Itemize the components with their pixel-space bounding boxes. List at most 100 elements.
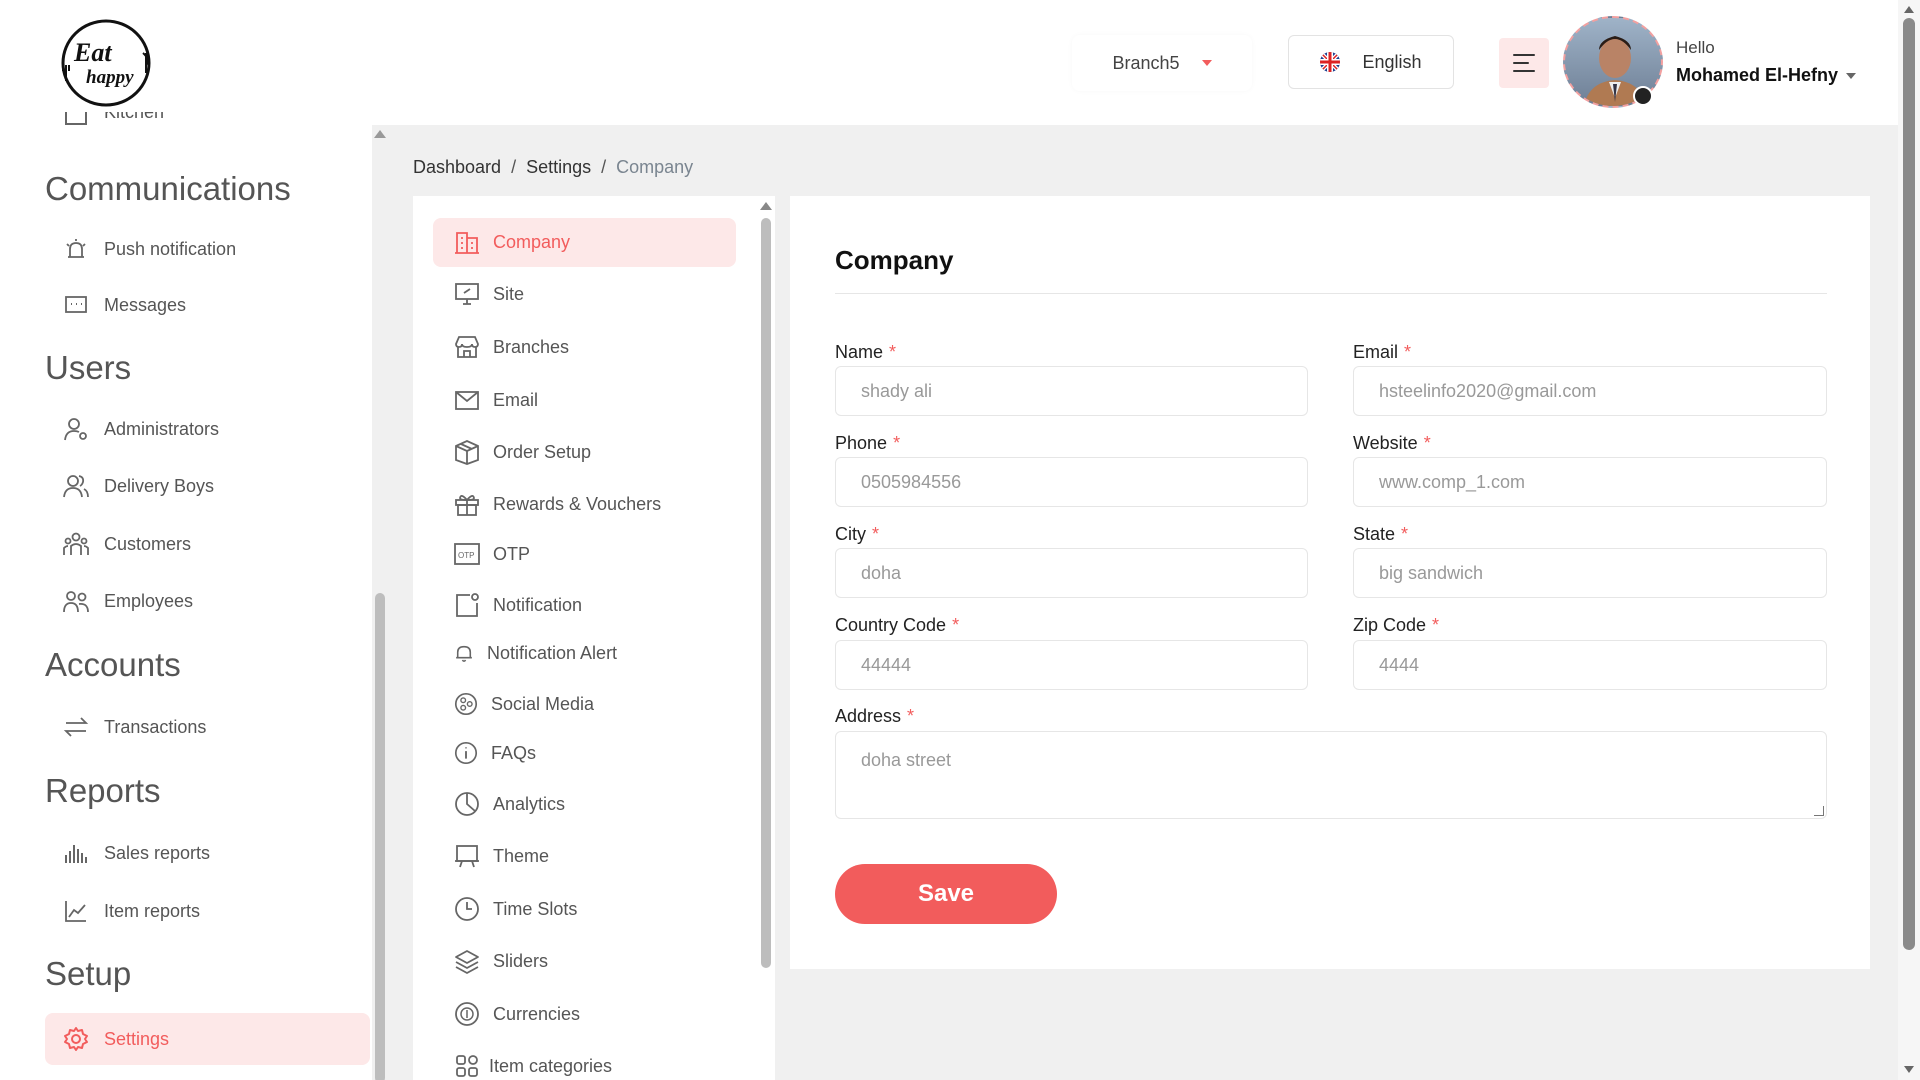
page-scroll-up-icon[interactable] (1904, 6, 1914, 13)
zip-code-field[interactable]: 4444 (1353, 640, 1827, 690)
easel-icon (455, 845, 479, 868)
settings-menu-scroll-up-icon[interactable] (760, 202, 772, 210)
bell-icon (456, 645, 472, 663)
state-field[interactable]: big sandwich (1353, 548, 1827, 598)
hamburger-menu-button[interactable] (1499, 38, 1549, 88)
resize-handle-icon[interactable] (1814, 806, 1824, 816)
sidebar-item-transactions[interactable]: Transactions (62, 712, 206, 742)
zip-code-label-text: Zip Code (1353, 615, 1427, 635)
email-label: Email * (1353, 342, 1411, 363)
settings-menu-item-time-slots[interactable]: Time Slots (453, 895, 577, 923)
sidebar-item-label: Customers (104, 533, 192, 554)
line-chart-icon (65, 901, 86, 922)
language-button[interactable]: English (1288, 35, 1454, 89)
zip-code-label: Zip Code * (1353, 615, 1439, 636)
breadcrumb-dashboard[interactable]: Dashboard (413, 157, 501, 178)
sidebar-item-label: Item reports (104, 900, 201, 921)
city-field[interactable]: doha (835, 548, 1308, 598)
settings-menu-item-notification-alert[interactable]: Notification Alert (453, 642, 617, 664)
sidebar-item-settings[interactable]: Settings (62, 1024, 169, 1054)
branch-select[interactable]: Branch5 (1072, 35, 1252, 91)
sidebar-item-kitchen[interactable]: Kitchen (62, 112, 164, 136)
save-button[interactable]: Save (835, 864, 1057, 924)
settings-menu-item-notification[interactable]: Notification (453, 591, 582, 619)
message-icon (65, 296, 87, 313)
sidebar-item-push-notification[interactable]: Push notification (62, 234, 236, 264)
settings-menu-item-otp[interactable]: OTP OTP (453, 540, 530, 568)
required-mark: * (907, 706, 915, 726)
settings-menu-label: Time Slots (493, 898, 578, 919)
state-label-text: State (1353, 524, 1396, 544)
sidebar-scrollbar[interactable] (375, 593, 385, 1080)
mail-icon (455, 391, 479, 410)
bar-chart-icon (65, 845, 87, 863)
form-title: Company (835, 245, 954, 275)
settings-menu-item-rewards-vouchers[interactable]: Rewards & Vouchers (453, 490, 661, 518)
settings-menu-label: OTP (493, 543, 531, 564)
svg-text:Eat: Eat (73, 38, 112, 67)
sidebar-item-label: Administrators (104, 418, 220, 439)
section-setup: Setup (45, 955, 132, 992)
settings-menu-item-company[interactable]: Company (453, 228, 570, 256)
country-code-field[interactable]: 44444 (835, 640, 1308, 690)
settings-menu-scrollbar[interactable] (761, 218, 771, 968)
sidebar-item-customers[interactable]: Customers (62, 529, 191, 559)
settings-menu-item-item-categories[interactable]: Item categories (453, 1052, 612, 1080)
sidebar-item-item-reports[interactable]: Item reports (62, 896, 200, 926)
name-value: shady ali (861, 380, 933, 401)
admin-user-icon (64, 418, 87, 441)
settings-menu-item-site[interactable]: Site (453, 280, 524, 308)
settings-menu-label: Theme (493, 845, 550, 866)
settings-menu-item-sliders[interactable]: Sliders (453, 947, 548, 975)
divider (835, 293, 1827, 294)
users-icon (63, 475, 89, 498)
grid-icon (456, 1055, 478, 1077)
settings-menu-item-social-media[interactable]: Social Media (453, 691, 594, 717)
settings-menu-item-email[interactable]: Email (453, 386, 538, 414)
user-menu[interactable]: Mohamed El-Hefny (1676, 65, 1857, 86)
phone-field[interactable]: 0505984556 (835, 457, 1308, 507)
required-mark: * (1401, 524, 1409, 544)
name-field[interactable]: shady ali (835, 366, 1308, 416)
page-scrollbar-thumb[interactable] (1903, 18, 1915, 950)
state-label: State * (1353, 524, 1408, 545)
sidebar-item-sales-reports[interactable]: Sales reports (62, 838, 210, 868)
gear-icon (64, 1027, 88, 1051)
share-icon (454, 692, 478, 716)
settings-menu-label: Social Media (491, 693, 595, 714)
settings-menu-item-order-setup[interactable]: Order Setup (453, 438, 591, 466)
settings-menu-item-branches[interactable]: Branches (453, 333, 569, 361)
language-label: English (1362, 51, 1422, 72)
phone-value: 0505984556 (861, 471, 962, 492)
customers-icon (63, 532, 89, 555)
email-field[interactable]: hsteelinfo2020@gmail.com (1353, 366, 1827, 416)
country-code-label-text: Country Code (835, 615, 947, 635)
settings-menu-label: Site (493, 283, 525, 304)
sidebar-item-delivery-boys[interactable]: Delivery Boys (62, 471, 214, 501)
page-scroll-down-icon[interactable] (1904, 1066, 1914, 1073)
sidebar-item-messages[interactable]: Messages (62, 290, 186, 320)
settings-menu-item-theme[interactable]: Theme (453, 842, 549, 870)
settings-menu-label: FAQs (491, 742, 537, 763)
settings-menu-label: Order Setup (493, 441, 592, 462)
edit-badge-icon[interactable] (1633, 86, 1653, 106)
eat-happy-logo[interactable]: Eat happy (58, 17, 156, 109)
settings-menu-item-analytics[interactable]: Analytics (453, 790, 565, 818)
svg-text:happy: happy (86, 67, 134, 88)
menu-line-icon (1513, 54, 1535, 56)
website-field[interactable]: www.comp_1.com (1353, 457, 1827, 507)
sidebar-scroll-up-icon[interactable] (374, 130, 386, 138)
settings-menu-item-faqs[interactable]: FAQs (453, 740, 536, 766)
building-icon (455, 232, 479, 254)
sidebar-item-employees[interactable]: Employees (62, 586, 193, 616)
website-label: Website * (1353, 433, 1431, 454)
otp-icon: OTP (454, 543, 480, 565)
sidebar-item-administrators[interactable]: Administrators (62, 414, 219, 444)
required-mark: * (1404, 342, 1412, 362)
settings-menu-label: Analytics (493, 793, 566, 814)
breadcrumb-settings[interactable]: Settings (526, 157, 591, 178)
address-textarea[interactable]: doha street (835, 731, 1827, 819)
address-label-text: Address (835, 706, 902, 726)
website-label-text: Website (1353, 433, 1418, 453)
settings-menu-item-currencies[interactable]: Currencies (453, 1000, 580, 1028)
